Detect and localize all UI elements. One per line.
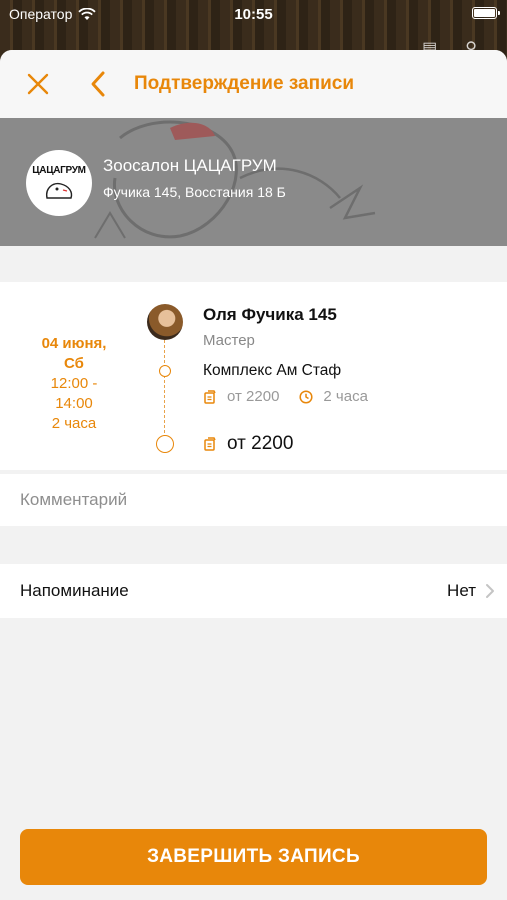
booking-duration: 2 часа bbox=[51, 415, 97, 432]
confirmation-sheet: Подтверждение записи ЦАЦАГРУМ Зоосалон Ц… bbox=[0, 50, 507, 900]
master-avatar bbox=[147, 304, 183, 340]
master-role: Мастер bbox=[203, 332, 255, 349]
salon-address: Фучика 145, Восстания 18 Б bbox=[103, 184, 286, 200]
dog-logo-image bbox=[46, 182, 73, 199]
master-name: Оля Фучика 145 bbox=[203, 305, 337, 324]
service-timeline-dot bbox=[159, 365, 171, 377]
price-tag-icon bbox=[204, 437, 216, 451]
price-tag-icon bbox=[204, 389, 216, 404]
salon-name: Зоосалон ЦАЦАГРУМ bbox=[103, 156, 277, 175]
back-chevron-icon[interactable] bbox=[88, 70, 108, 98]
service-meta: от 2200 2 часа bbox=[203, 388, 368, 405]
nav-bar: Подтверждение записи bbox=[0, 50, 507, 118]
total-row: от 2200 bbox=[203, 433, 293, 455]
clock: 10:55 bbox=[234, 5, 273, 23]
clock-icon bbox=[299, 389, 313, 404]
booking-time-from: 12:00 - bbox=[50, 375, 98, 392]
reminder-row[interactable]: Напоминание Нет bbox=[0, 564, 507, 618]
battery-icon bbox=[472, 7, 500, 19]
reminder-value: Нет bbox=[447, 581, 476, 600]
status-bar: Оператор 10:55 bbox=[0, 0, 507, 28]
total-timeline-dot bbox=[156, 435, 174, 453]
service-price: от 2200 bbox=[227, 388, 280, 405]
comment-section bbox=[0, 474, 507, 526]
booking-weekday: Сб bbox=[64, 355, 84, 372]
timeline-line bbox=[164, 340, 165, 438]
salon-header[interactable]: ЦАЦАГРУМ Зоосалон ЦАЦАГРУМ Фучика 145, В… bbox=[0, 118, 507, 246]
total-price: от 2200 bbox=[227, 433, 294, 454]
booking-card: 04 июня, Сб 12:00 - 14:00 2 часа Оля Фуч… bbox=[0, 282, 507, 470]
chevron-right-icon bbox=[486, 584, 494, 598]
close-icon[interactable] bbox=[26, 72, 50, 96]
comment-input[interactable] bbox=[0, 474, 507, 526]
booking-datetime: 04 июня, Сб 12:00 - 14:00 2 часа bbox=[20, 334, 128, 434]
salon-logo: ЦАЦАГРУМ bbox=[26, 150, 92, 216]
booking-date: 04 июня, bbox=[41, 335, 107, 352]
service-name: Комплекс Ам Стаф bbox=[203, 362, 342, 379]
service-duration: 2 часа bbox=[323, 388, 368, 405]
reminder-label: Напоминание bbox=[20, 581, 129, 600]
finish-booking-button[interactable]: ЗАВЕРШИТЬ ЗАПИСЬ bbox=[20, 829, 487, 885]
booking-time-to: 14:00 bbox=[55, 395, 93, 412]
page-title: Подтверждение записи bbox=[134, 73, 354, 94]
